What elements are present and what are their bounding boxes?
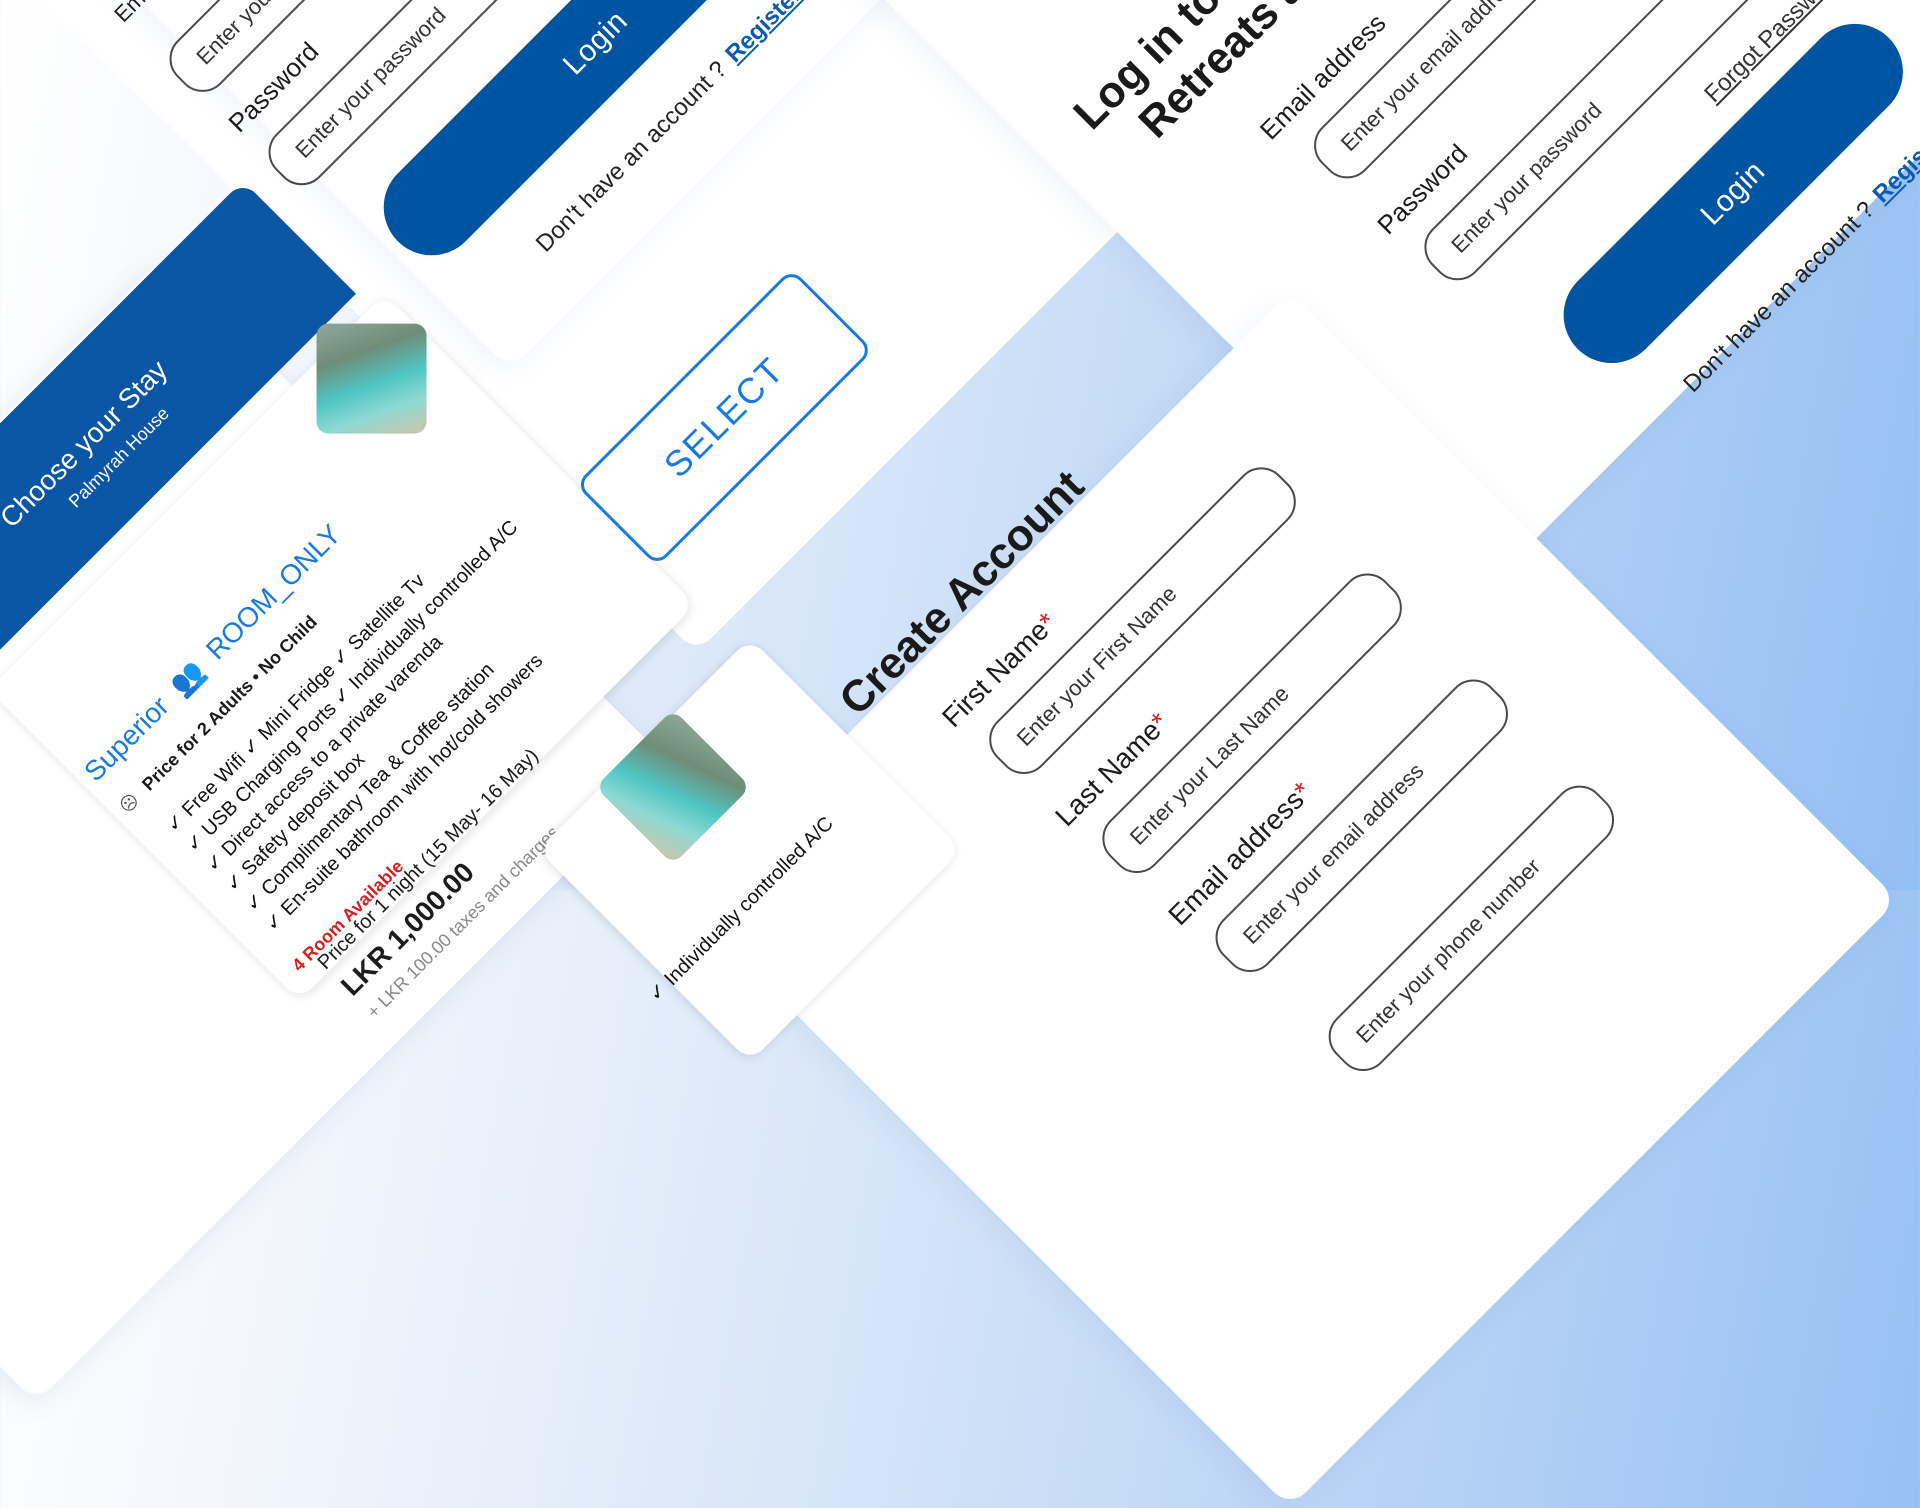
- login-card-top: [0, 0, 1234, 653]
- person-icon: ☹: [115, 789, 143, 817]
- room-photo: [316, 323, 427, 434]
- guests-icon: 👥: [164, 654, 211, 702]
